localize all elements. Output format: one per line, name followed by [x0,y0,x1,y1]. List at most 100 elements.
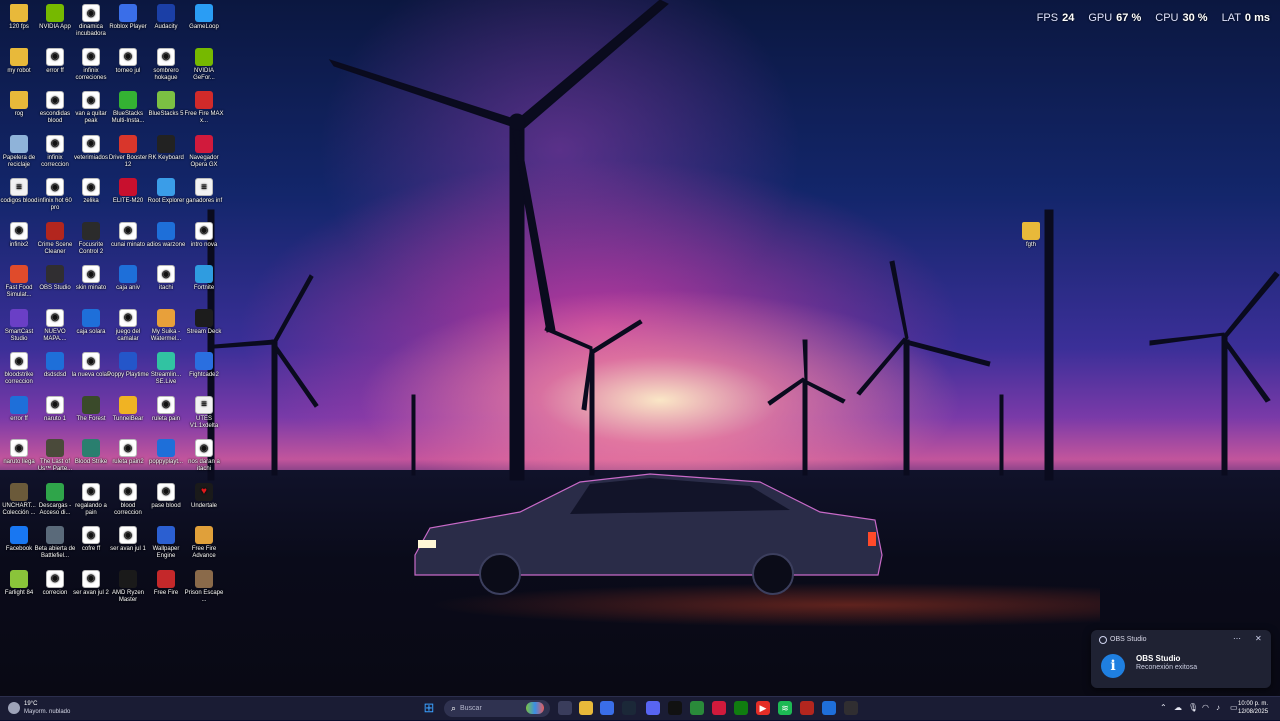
volume-icon[interactable]: ♪ [1216,703,1220,712]
desktop-icon[interactable]: caja solara [70,308,112,336]
start-button[interactable]: ⊞ [422,700,436,715]
file-icon: ◉ [46,134,64,153]
steam-button[interactable] [622,701,636,715]
more-icon[interactable]: ⋯ [1233,634,1241,643]
spotify-button[interactable]: ≋ [778,701,792,715]
media-button[interactable] [800,701,814,715]
discord-button[interactable] [646,701,660,715]
windows-icon: ⊞ [423,700,435,715]
desktop-icon[interactable]: TunnelBear [107,395,149,423]
folder-icon [1022,222,1040,240]
desktop-icon[interactable]: ◉ infinix correciones [70,47,112,82]
desktop-icon[interactable]: Free Fire [145,569,187,597]
desktop-icon[interactable]: ◉ ser avan jul 1 [107,526,149,553]
desktop-icon[interactable]: Free Fire MAX x... [183,91,225,125]
desktop-icon[interactable]: BlueStacks 5 [145,91,187,118]
wifi-icon[interactable]: ◠ [1202,703,1209,712]
desktop-icon[interactable]: AMD Ryzen Master [107,569,149,604]
desktop-icon[interactable]: ◉ regalando a pain [70,482,112,517]
close-icon[interactable]: ✕ [1255,634,1262,643]
obs-button[interactable] [844,701,858,715]
desktop-icon[interactable]: Prison Escape ... [183,569,225,604]
nvidia-icon [46,4,64,22]
desktop-icon[interactable]: GameLoop [183,4,225,31]
stream-deck-icon [195,308,213,327]
desktop-icon[interactable]: poppyplayt... [145,439,187,466]
desktop-icon[interactable]: Root Explorer [145,178,187,205]
desktop-icon[interactable]: ◉ torneo jul [107,47,149,75]
desktop-icon[interactable]: Fightcade2 [183,352,225,379]
desktop-icon[interactable]: Navegador Opera GX [183,134,225,169]
desktop-icon[interactable]: Roblox Player [107,4,149,31]
desktop-icon[interactable]: ELITE-M20 [107,178,149,205]
file-icon: ◉ [119,439,137,457]
chrome-button[interactable] [690,701,704,715]
desktop-icon[interactable]: ◉ cunai minato [107,221,149,249]
desktop-icon[interactable]: ◉ cofre ff [70,526,112,553]
desktop-icon[interactable]: ◉ van a quitar peak [70,91,112,125]
taskbar-app-button[interactable] [822,701,836,715]
desktop-icon[interactable]: Wallpaper Engine [145,526,187,560]
desktop-icon[interactable]: ◉ pase blood [145,482,187,510]
desktop-icon[interactable]: ◉ blood correccion [107,482,149,517]
desktop-icon[interactable]: Driver Booster 12 [107,134,149,169]
game-icon [10,265,28,283]
file-explorer-button[interactable] [579,701,593,715]
desktop-icon[interactable]: ≡ UTES V1.1xdelta [183,395,225,430]
desktop-icon[interactable]: ◉ sombrero hokague [145,47,187,82]
opera-gx-button[interactable] [712,701,726,715]
store-button[interactable] [600,701,614,715]
youtube-icon: ▶ [759,702,767,713]
xbox-button[interactable] [734,701,748,715]
desktop-icon[interactable]: ♥ Undertale [183,482,225,510]
fortnite-icon [195,265,213,283]
youtube-button[interactable]: ▶ [756,701,770,715]
desktop-icon[interactable]: ≡ ganadores inf [183,178,225,205]
search-box[interactable]: ⌕ [444,700,550,717]
desktop-icon[interactable]: Stream Deck [183,308,225,336]
battery-icon[interactable]: ▭ [1230,703,1238,712]
desktop-icon[interactable]: adios warzone [145,221,187,249]
desktop-icon[interactable]: My Suika - Watermel... [145,308,187,343]
desktop-icon[interactable]: ◉ zelika [70,178,112,205]
desktop-icon[interactable]: ◉ ruleta pain2 [107,439,149,466]
desktop-icon[interactable]: ◉ ruleta pain [145,395,187,423]
desktop-icon[interactable]: NVIDIA GeFor... [183,47,225,82]
desktop-icon[interactable]: Fortnite [183,265,225,292]
chevron-up-icon[interactable]: ⌃ [1160,703,1167,712]
desktop-icon[interactable]: Audacity [145,4,187,31]
desktop-icon[interactable]: Streamlin... SE.Live [145,352,187,386]
desktop-icon[interactable]: The Forest [70,395,112,423]
bluestacks-icon [119,91,137,109]
desktop-icon[interactable]: Focusrite Control 2 [70,221,112,256]
desktop-icon[interactable]: ◉ juego del camalar [107,308,149,343]
desktop-icon[interactable]: ◉ intro nova [183,221,225,249]
desktop-icon[interactable]: ◉ la nueva colab [70,352,112,379]
file-icon: ◉ [82,526,100,544]
desktop-icon[interactable]: ◉ dinamica incubadora [70,4,112,38]
desktop-icon-label: Root Explorer [147,198,185,204]
desktop-icon[interactable]: RK Keyboard [145,134,187,162]
tiktok-button[interactable] [668,701,682,715]
file-icon: ◉ [119,47,137,66]
fps-readout: FPS 24 [1036,12,1075,24]
cloud-sync-icon[interactable]: ☁ [1174,703,1182,712]
desktop-icon[interactable]: ◉ veterimiados [70,134,112,162]
desktop-icon[interactable]: caja aniv [107,265,149,292]
search-input[interactable] [460,702,526,714]
desktop-icon[interactable]: BlueStacks Multi-Insta... [107,91,149,125]
desktop-icon[interactable]: ◉ skin minato [70,265,112,292]
desktop-icon[interactable]: Blood Strike [70,439,112,466]
desktop-icon[interactable]: Poppy Playtime [107,352,149,379]
taskbar-clock[interactable]: 10:00 p. m. 12/08/2025 [1238,700,1278,716]
obs-notification-toast[interactable]: OBS Studio ⋯ ✕ i OBS Studio Reconexión e… [1091,630,1271,688]
microphone-icon[interactable]: 🎙 [1188,703,1198,712]
desktop-icon[interactable]: ◉ itachi [145,265,187,292]
file-icon: ◉ [157,482,175,501]
task-view-button[interactable] [558,701,572,715]
desktop-icon[interactable]: ◉ nos daran a itachi [183,439,225,473]
desktop-icon[interactable]: fgth [1010,222,1052,249]
facebook-icon [10,526,28,544]
desktop-icon[interactable]: Free Fire Advance [183,526,225,560]
desktop-icon[interactable]: ◉ ser avan jul 2 [70,569,112,597]
